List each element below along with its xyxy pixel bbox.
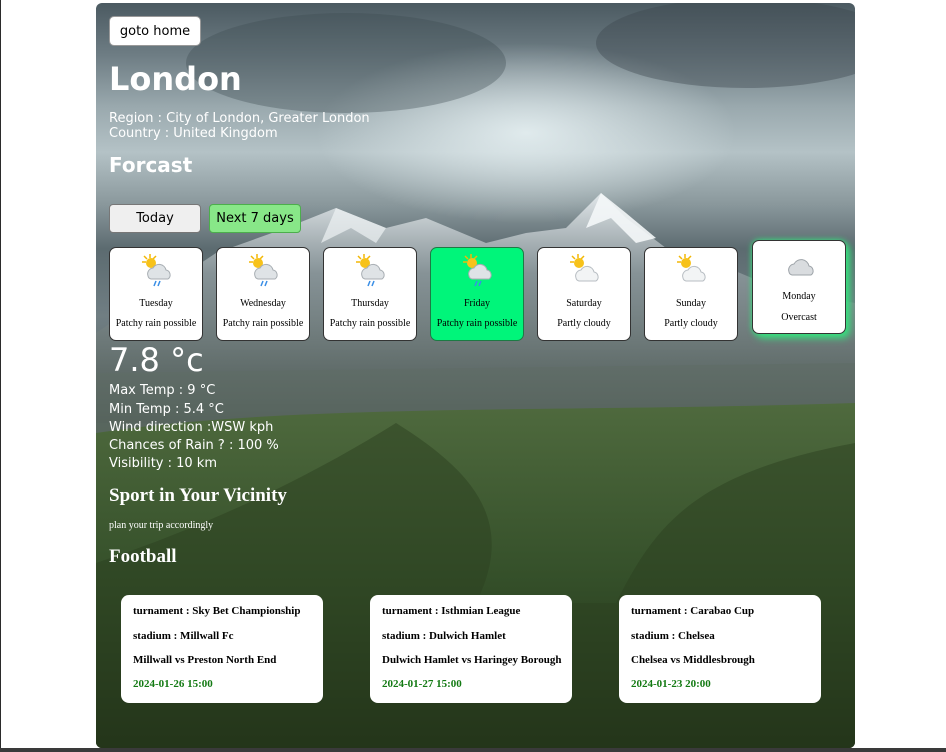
day-condition: Patchy rain possible	[115, 318, 197, 329]
match-teams: Millwall vs Preston North End	[133, 654, 277, 666]
match-date: 2024-01-27 15:00	[382, 678, 462, 690]
city-name: London	[109, 60, 242, 98]
min-temp-text: Min Temp : 5.4 °C	[109, 402, 224, 417]
region-text: Region : City of London, Greater London	[109, 111, 370, 126]
rain-chance-text: Chances of Rain ? : 100 %	[109, 438, 279, 453]
current-temperature: 7.8 °c	[109, 341, 204, 379]
visibility-text: Visibility : 10 km	[109, 456, 217, 471]
goto-home-button[interactable]: goto home	[109, 16, 201, 46]
sport-subtitle: plan your trip accordingly	[109, 520, 214, 531]
day-name: Sunday	[676, 298, 706, 309]
forecast-day-card-thursday[interactable]: Thursday Patchy rain possible	[323, 247, 417, 341]
match-tournament: turnament : Isthmian League	[382, 605, 521, 617]
day-condition: Patchy rain possible	[436, 318, 518, 329]
day-condition: Patchy rain possible	[222, 318, 304, 329]
day-condition: Patchy rain possible	[329, 318, 411, 329]
forecast-day-card-monday[interactable]: Monday Overcast	[752, 240, 846, 334]
forecast-day-card-tuesday[interactable]: Tuesday Patchy rain possible	[109, 247, 203, 341]
football-heading: Football	[109, 546, 177, 567]
today-tab-button[interactable]: Today	[109, 204, 201, 233]
partly-cloudy-icon	[677, 254, 706, 282]
patchy-rain-icon	[463, 254, 492, 287]
match-card[interactable]: turnament : Carabao Cup stadium : Chelse…	[619, 595, 821, 703]
patchy-rain-icon	[142, 254, 171, 287]
forecast-heading: Forcast	[109, 153, 193, 177]
match-tournament: turnament : Sky Bet Championship	[133, 605, 301, 617]
match-teams: Chelsea vs Middlesbrough	[631, 654, 755, 666]
match-tournament: turnament : Carabao Cup	[631, 605, 755, 617]
match-teams: Dulwich Hamlet vs Haringey Borough	[382, 654, 562, 666]
next-7-days-tab-button[interactable]: Next 7 days	[209, 204, 301, 233]
forecast-day-card-friday[interactable]: Friday Patchy rain possible	[430, 247, 524, 341]
match-stadium: stadium : Chelsea	[631, 630, 715, 642]
wind-direction-text: Wind direction :WSW kph	[109, 420, 274, 435]
day-name: Wednesday	[240, 298, 286, 309]
day-name: Friday	[463, 298, 491, 309]
day-name: Saturday	[566, 298, 602, 309]
window-edge	[0, 0, 1, 748]
max-temp-text: Max Temp : 9 °C	[109, 383, 216, 398]
day-name: Tuesday	[139, 298, 173, 309]
day-condition: Partly cloudy	[664, 318, 718, 329]
patchy-rain-icon	[356, 254, 385, 287]
match-date: 2024-01-26 15:00	[133, 678, 213, 690]
sport-heading: Sport in Your Vicinity	[109, 485, 287, 506]
match-stadium: stadium : Dulwich Hamlet	[382, 630, 506, 642]
day-name: Thursday	[351, 298, 389, 309]
patchy-rain-icon	[249, 254, 278, 287]
day-condition: Partly cloudy	[557, 318, 611, 329]
match-stadium: stadium : Millwall Fc	[133, 630, 234, 642]
forecast-day-card-wednesday[interactable]: Wednesday Patchy rain possible	[216, 247, 310, 341]
forecast-day-card-saturday[interactable]: Saturday Partly cloudy	[537, 247, 631, 341]
taskbar-edge	[0, 748, 946, 752]
partly-cloudy-icon	[570, 254, 599, 282]
country-text: Country : United Kingdom	[109, 126, 278, 141]
forecast-day-card-sunday[interactable]: Sunday Partly cloudy	[644, 247, 738, 341]
match-card[interactable]: turnament : Isthmian League stadium : Du…	[370, 595, 572, 703]
match-card[interactable]: turnament : Sky Bet Championship stadium…	[121, 595, 323, 703]
day-name: Monday	[782, 291, 816, 302]
day-condition: Overcast	[781, 312, 817, 323]
weather-panel: goto home London Region : City of London…	[96, 3, 855, 748]
overcast-icon	[788, 259, 814, 276]
match-date: 2024-01-23 20:00	[631, 678, 711, 690]
